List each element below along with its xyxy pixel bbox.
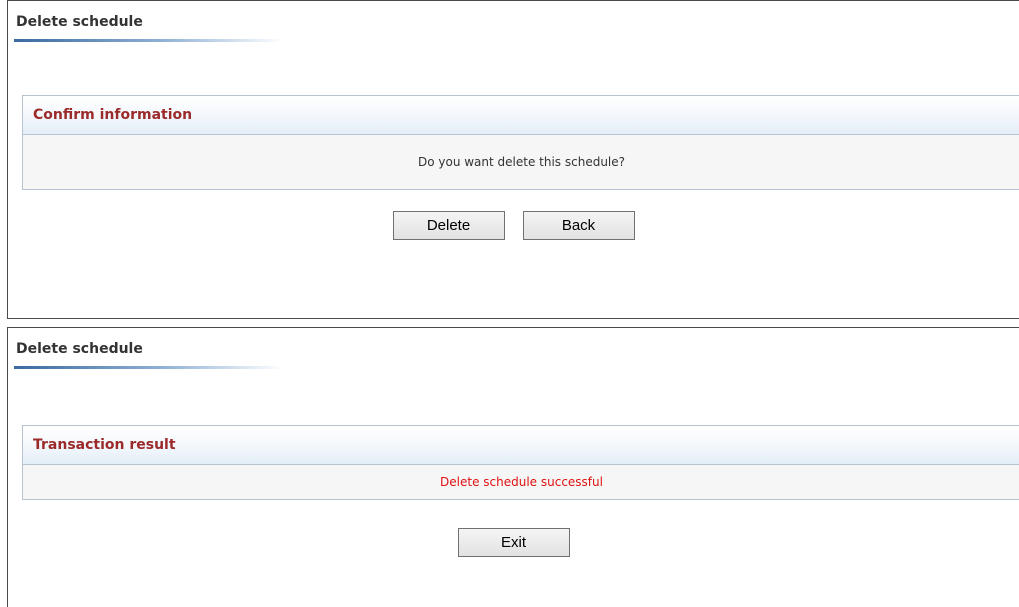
button-row: Delete Back [8,211,1019,240]
success-message: Delete schedule successful [23,465,1019,499]
section-header: Transaction result [23,426,1019,465]
page-title: Delete schedule [16,341,143,357]
confirm-message: Do you want delete this schedule? [23,135,1019,189]
confirm-panel: Delete schedule Confirm information Do y… [7,0,1019,319]
page-title: Delete schedule [16,14,143,30]
section-header: Confirm information [23,96,1019,135]
title-underline [14,366,284,369]
result-panel: Delete schedule Transaction result Delet… [7,327,1019,607]
transaction-result-section: Transaction result Delete schedule succe… [22,425,1019,500]
button-row: Exit [8,528,1019,557]
title-underline [14,39,284,42]
exit-button[interactable]: Exit [457,528,570,557]
confirm-information-section: Confirm information Do you want delete t… [22,95,1019,190]
delete-button[interactable]: Delete [392,211,505,240]
back-button[interactable]: Back [522,211,635,240]
